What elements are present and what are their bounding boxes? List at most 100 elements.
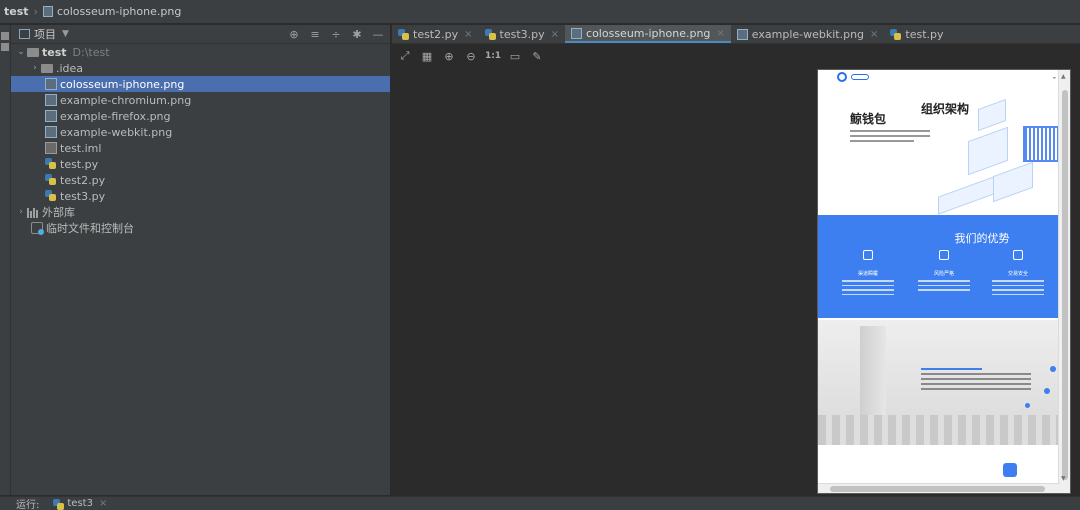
qr-code bbox=[1023, 126, 1059, 162]
feature-icon bbox=[939, 250, 949, 260]
project-tool-window-button[interactable] bbox=[0, 29, 10, 57]
scrollbar-thumb bbox=[1062, 90, 1068, 480]
close-icon[interactable]: × bbox=[551, 29, 559, 40]
tree-item-external-libraries[interactable]: › 外部库 bbox=[11, 204, 390, 220]
close-icon[interactable]: × bbox=[99, 498, 107, 509]
project-panel-title: 项目 bbox=[34, 28, 56, 41]
locate-icon[interactable]: ⊕ bbox=[288, 28, 300, 41]
python-file-icon bbox=[53, 498, 65, 510]
hide-icon[interactable]: — bbox=[372, 28, 384, 41]
tree-item-label: example-webkit.png bbox=[60, 125, 173, 139]
collapse-all-icon[interactable]: ÷ bbox=[330, 28, 342, 41]
zoom-out-icon[interactable]: ⊖ bbox=[464, 49, 478, 63]
module-folder-icon bbox=[27, 47, 39, 57]
run-tab-label: test3 bbox=[67, 498, 93, 509]
tree-item-idea[interactable]: › .idea bbox=[11, 60, 390, 76]
project-panel: 项目 ▼ ⊕ ≡ ÷ ✱ — ⌄ test D:\test › .idea co… bbox=[11, 25, 391, 495]
image-file-icon bbox=[736, 28, 748, 40]
run-tab-test3[interactable]: test3 × bbox=[53, 498, 107, 510]
scrollbar-thumb bbox=[830, 486, 1045, 492]
image-horizontal-scrollbar bbox=[818, 483, 1060, 493]
python-file-icon bbox=[45, 174, 57, 186]
feature-item: 风险严格 bbox=[914, 250, 974, 291]
tree-item-colosseum-iphone[interactable]: colosseum-iphone.png bbox=[11, 76, 390, 92]
feature-item: 渠道瞬覆 bbox=[838, 250, 898, 295]
phone-nav: ≡ bbox=[818, 70, 1058, 84]
tab-label: example-webkit.png bbox=[751, 27, 865, 41]
tab-test2-py[interactable]: test2.py × bbox=[392, 25, 479, 43]
tree-item-example-chromium[interactable]: example-chromium.png bbox=[11, 92, 390, 108]
fit-zoom-icon[interactable]: ⤢ bbox=[398, 49, 412, 63]
tab-example-webkit-png[interactable]: example-webkit.png × bbox=[731, 25, 885, 43]
tree-item-example-webkit[interactable]: example-webkit.png bbox=[11, 124, 390, 140]
decor-dot bbox=[1050, 366, 1056, 372]
breadcrumb-root[interactable]: test bbox=[4, 5, 29, 18]
project-view-selector[interactable]: 项目 ▼ bbox=[19, 26, 69, 42]
tree-item-label: test3.py bbox=[60, 189, 106, 203]
chevron-right-icon[interactable]: › bbox=[15, 207, 27, 217]
tab-test-py[interactable]: test.py bbox=[884, 25, 949, 43]
tree-root-test[interactable]: ⌄ test D:\test bbox=[11, 44, 390, 60]
grid-icon[interactable]: ▦ bbox=[420, 49, 434, 63]
run-label: 运行: bbox=[16, 500, 40, 510]
close-icon[interactable]: × bbox=[464, 29, 472, 40]
image-canvas[interactable]: ≡ 鲸钱包 我们的优势 渠道瞬覆 风险严格 交易安全 组织架构 ▲ ▼ bbox=[392, 67, 1080, 495]
python-file-icon bbox=[484, 28, 496, 40]
breadcrumb: test › colosseum-iphone.png bbox=[0, 0, 1080, 24]
tab-label: test3.py bbox=[499, 27, 545, 41]
tree-item-label: test.py bbox=[60, 157, 99, 171]
tree-item-label: .idea bbox=[56, 61, 84, 75]
image-file-icon bbox=[45, 110, 57, 122]
scroll-down-arrow: ▼ bbox=[1061, 475, 1066, 482]
python-file-icon bbox=[398, 28, 409, 40]
tab-colosseum-iphone-png[interactable]: colosseum-iphone.png × bbox=[565, 25, 731, 43]
org-description bbox=[921, 368, 1031, 393]
tree-item-test-iml[interactable]: test.iml bbox=[11, 140, 390, 156]
python-file-icon bbox=[890, 28, 902, 40]
expand-all-icon[interactable]: ≡ bbox=[309, 28, 321, 41]
editor-tab-bar: test2.py × test3.py × colosseum-iphone.p… bbox=[392, 25, 1080, 44]
feature-item: 交易安全 bbox=[988, 250, 1048, 295]
image-file-icon bbox=[45, 126, 57, 138]
feature-label: 交易安全 bbox=[1007, 271, 1028, 277]
feature-icon bbox=[1013, 250, 1023, 260]
hero-title: 鲸钱包 bbox=[850, 112, 887, 126]
org-title: 组织架构 bbox=[921, 102, 970, 116]
feature-icon bbox=[863, 250, 873, 260]
breadcrumb-file[interactable]: colosseum-iphone.png bbox=[42, 5, 181, 18]
python-file-icon bbox=[45, 158, 57, 170]
advantages-title: 我们的优势 bbox=[954, 232, 1010, 245]
tree-item-scratches[interactable]: 临时文件和控制台 bbox=[11, 220, 390, 236]
tree-item-label: test2.py bbox=[60, 173, 106, 187]
tree-item-label: example-firefox.png bbox=[60, 109, 171, 123]
tree-item-test2-py[interactable]: test2.py bbox=[11, 172, 390, 188]
chevron-right-icon[interactable]: › bbox=[29, 63, 41, 73]
tree-item-test-py[interactable]: test.py bbox=[11, 156, 390, 172]
fit-window-icon[interactable]: ▭ bbox=[508, 49, 522, 63]
tab-label: test2.py bbox=[413, 27, 459, 41]
actual-size-button[interactable]: 1:1 bbox=[485, 49, 501, 63]
image-vertical-scrollbar: ▲ ▼ bbox=[1058, 70, 1070, 493]
image-file-icon bbox=[42, 6, 53, 17]
project-panel-header: 项目 ▼ ⊕ ≡ ÷ ✱ — bbox=[11, 25, 390, 44]
tab-label: colosseum-iphone.png bbox=[586, 26, 711, 40]
color-picker-icon[interactable]: ✎ bbox=[530, 49, 544, 63]
tree-item-label: example-chromium.png bbox=[60, 93, 192, 107]
zoom-in-icon[interactable]: ⊕ bbox=[442, 49, 456, 63]
tab-test3-py[interactable]: test3.py × bbox=[479, 25, 566, 43]
image-file-icon bbox=[45, 94, 57, 106]
tree-item-test3-py[interactable]: test3.py bbox=[11, 188, 390, 204]
folder-icon bbox=[41, 64, 53, 73]
gear-icon[interactable]: ✱ bbox=[351, 28, 363, 41]
iso-block bbox=[968, 126, 1008, 176]
close-icon[interactable]: × bbox=[870, 29, 878, 40]
tree-item-example-firefox[interactable]: example-firefox.png bbox=[11, 108, 390, 124]
logo-mark bbox=[851, 74, 869, 80]
decor-dot bbox=[1044, 388, 1050, 394]
tree-item-label: colosseum-iphone.png bbox=[60, 77, 185, 91]
breadcrumb-separator: › bbox=[33, 5, 38, 18]
chevron-down-icon[interactable]: ▼ bbox=[62, 29, 69, 39]
library-icon bbox=[27, 206, 39, 218]
close-icon[interactable]: × bbox=[716, 28, 724, 39]
chevron-down-icon[interactable]: ⌄ bbox=[15, 47, 27, 57]
